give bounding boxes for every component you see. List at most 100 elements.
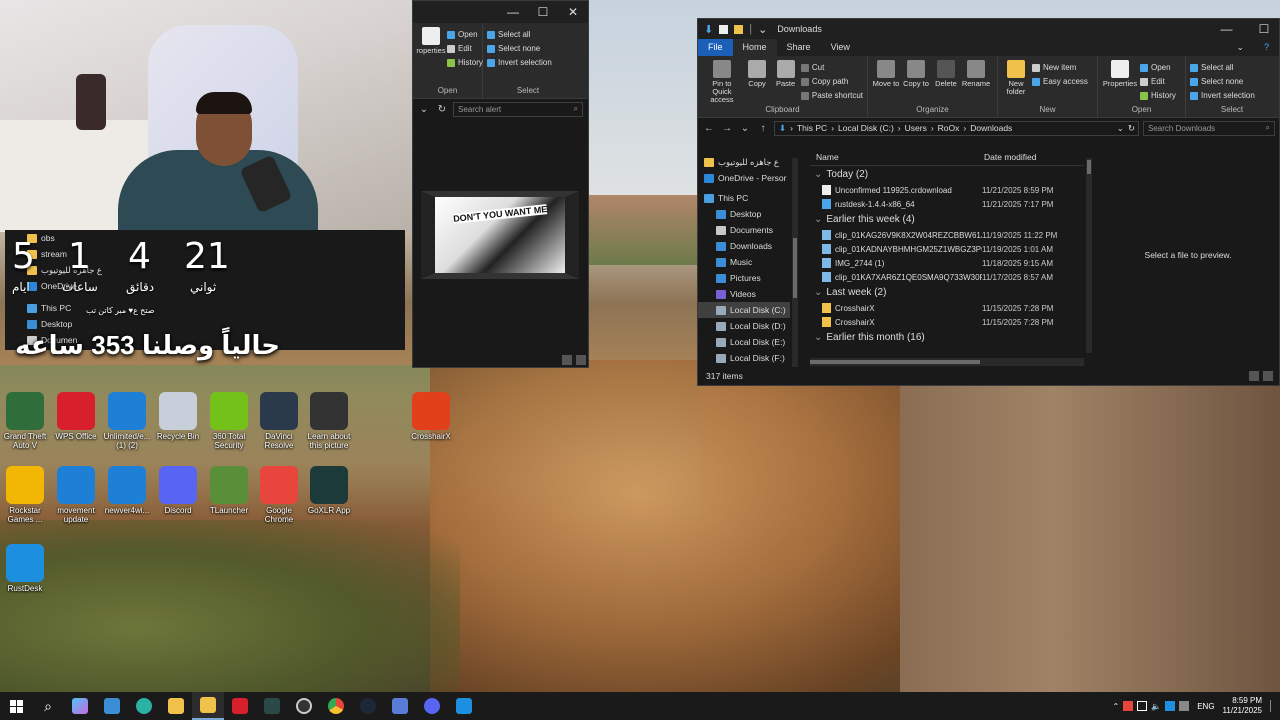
desktop-icon[interactable]: TLauncher bbox=[204, 466, 254, 515]
invert-selection-button[interactable]: Invert selection bbox=[1190, 89, 1255, 102]
nav-item[interactable]: Videos bbox=[698, 286, 790, 302]
edit-button[interactable]: Edit bbox=[1140, 75, 1176, 88]
obs-icon[interactable] bbox=[288, 692, 320, 720]
tray-app-icon[interactable] bbox=[1165, 701, 1176, 711]
desktop-icon[interactable]: GoXLR App bbox=[304, 466, 354, 515]
nav-item[interactable]: Local Disk (E:) bbox=[698, 334, 790, 350]
minimize-button[interactable]: — bbox=[498, 2, 528, 22]
maximize-button[interactable]: ☐ bbox=[1249, 19, 1279, 39]
clock[interactable]: 8:59 PM 11/21/2025 bbox=[1223, 696, 1262, 716]
file-group-header[interactable]: ⌄ Last week (2) bbox=[810, 284, 1084, 301]
small-explorer-window[interactable]: — ☐ ✕ roperties Open Edit History Open S… bbox=[412, 0, 589, 368]
copy-to-button[interactable]: Copy to bbox=[902, 58, 930, 105]
wps-icon[interactable] bbox=[224, 692, 256, 720]
rustdesk-icon[interactable] bbox=[448, 692, 480, 720]
breadcrumb-item[interactable]: Users bbox=[905, 123, 927, 133]
breadcrumb-item[interactable]: Downloads bbox=[970, 123, 1012, 133]
move-to-button[interactable]: Move to bbox=[872, 58, 900, 105]
desktop-icon[interactable]: 360 Total Security bbox=[204, 392, 254, 450]
file-row[interactable]: IMG_2744 (1) 11/18/2025 9:15 AM bbox=[810, 256, 1084, 270]
minimize-button[interactable]: — bbox=[1204, 19, 1249, 39]
file-row[interactable]: clip_01KADNAYBHMHGM25Z1WBGZ3PCH 11/19/202… bbox=[810, 242, 1084, 256]
desktop-icon[interactable]: CrosshairX bbox=[406, 392, 456, 441]
properties-quick-icon[interactable] bbox=[719, 24, 729, 34]
file-explorer-icon[interactable] bbox=[192, 692, 224, 720]
address-bar[interactable]: ⬇ › This PC › Local Disk (C:) › Users › RoO… bbox=[774, 120, 1139, 136]
volume-icon[interactable]: 🔈 bbox=[1151, 702, 1161, 711]
easy-access-button[interactable]: Easy access bbox=[1032, 75, 1088, 88]
nav-item[interactable]: Local Disk (D:) bbox=[698, 318, 790, 334]
edge-icon[interactable] bbox=[128, 692, 160, 720]
nav-item[interactable]: OneDrive - Persor bbox=[698, 170, 790, 186]
file-row[interactable]: clip_01KAG26V9K8X2W04REZCBBW61J 11/19/202… bbox=[810, 228, 1084, 242]
copy-button[interactable]: Copy bbox=[744, 58, 771, 105]
nav-scrollbar[interactable] bbox=[792, 158, 798, 369]
rename-button[interactable]: Rename bbox=[962, 58, 990, 105]
discord-icon[interactable] bbox=[416, 692, 448, 720]
start-button[interactable] bbox=[0, 692, 32, 720]
column-name[interactable]: Name bbox=[810, 152, 984, 162]
desktop-icon[interactable]: WPS Office bbox=[51, 392, 101, 441]
history-button[interactable]: History bbox=[1140, 89, 1176, 102]
search-icon[interactable]: ⌕ bbox=[32, 692, 64, 720]
tab-share[interactable]: Share bbox=[777, 39, 821, 56]
nav-item[interactable]: Music bbox=[698, 254, 790, 270]
horizontal-scrollbar[interactable] bbox=[810, 358, 1084, 366]
desktop-icon[interactable]: RustDesk bbox=[0, 544, 50, 593]
folder-quick-icon[interactable] bbox=[734, 24, 744, 34]
desktop-icon[interactable]: movement update bbox=[51, 466, 101, 524]
file-group-header[interactable]: ⌄ Earlier this week (4) bbox=[810, 211, 1084, 228]
properties-button[interactable]: Properties bbox=[1102, 58, 1138, 105]
nav-item[interactable]: Documents bbox=[698, 222, 790, 238]
nav-item[interactable]: Downloads bbox=[698, 238, 790, 254]
forward-icon[interactable]: → bbox=[720, 123, 734, 134]
file-row[interactable]: Unconfirmed 119925.crdownload 11/21/2025 … bbox=[810, 183, 1084, 197]
shield-icon[interactable] bbox=[384, 692, 416, 720]
refresh-icon[interactable]: ↻ bbox=[1128, 123, 1138, 134]
details-view-icon[interactable] bbox=[1249, 371, 1259, 381]
desktop-icon[interactable]: DaVinci Resolve bbox=[254, 392, 304, 450]
new-folder-button[interactable]: New folder bbox=[1002, 58, 1030, 105]
open-button[interactable]: Open bbox=[1140, 61, 1176, 74]
breadcrumb-item[interactable]: Local Disk (C:) bbox=[838, 123, 894, 133]
tiles-view-icon[interactable] bbox=[576, 355, 586, 365]
language-indicator[interactable]: ENG bbox=[1197, 702, 1214, 711]
goxlr-icon[interactable] bbox=[256, 692, 288, 720]
chrome-icon[interactable] bbox=[320, 692, 352, 720]
steam-icon[interactable] bbox=[352, 692, 384, 720]
file-row[interactable]: rustdesk-1.4.4-x86_64 11/21/2025 7:17 PM bbox=[810, 197, 1084, 211]
downloads-explorer-window[interactable]: ⬇ | ⌄ Downloads — ☐ File Home Share View… bbox=[697, 18, 1280, 386]
delete-button[interactable]: Delete bbox=[932, 58, 960, 105]
ribbon-collapse-icon[interactable]: ⌄ bbox=[1226, 39, 1254, 56]
store-bag-icon[interactable] bbox=[160, 692, 192, 720]
file-row[interactable]: CrosshairX 11/15/2025 7:28 PM bbox=[810, 301, 1084, 315]
nav-item[interactable]: Local Disk (C:) bbox=[698, 302, 790, 318]
details-view-icon[interactable] bbox=[562, 355, 572, 365]
tray-app-icon[interactable] bbox=[1179, 701, 1190, 711]
copy-path-button[interactable]: Copy path bbox=[800, 75, 863, 88]
recent-locations-icon[interactable]: ⌄ bbox=[738, 123, 752, 134]
history-button[interactable]: History bbox=[447, 56, 483, 69]
desktop-icon[interactable]: Learn about this picture bbox=[304, 392, 354, 450]
breadcrumb-item[interactable]: This PC bbox=[797, 123, 827, 133]
file-group-header[interactable]: ⌄ Today (2) bbox=[810, 166, 1084, 183]
select-none-button[interactable]: Select none bbox=[487, 42, 552, 55]
tray-app-icon[interactable] bbox=[1123, 701, 1134, 711]
desktop-icon[interactable]: Grand Theft Auto V bbox=[0, 392, 50, 450]
paste-shortcut-button[interactable]: Paste shortcut bbox=[800, 89, 863, 102]
column-date-modified[interactable]: Date modified bbox=[984, 152, 1036, 162]
tab-file[interactable]: File bbox=[698, 39, 733, 56]
desktop-icon[interactable]: Google Chrome bbox=[254, 466, 304, 524]
nav-item[interactable]: This PC bbox=[698, 190, 790, 206]
paste-button[interactable]: Paste bbox=[772, 58, 799, 105]
address-dropdown-icon[interactable]: ⌄ bbox=[1117, 123, 1124, 134]
help-icon[interactable]: ? bbox=[1254, 39, 1279, 56]
close-button[interactable]: ✕ bbox=[558, 2, 588, 22]
desktop-icon[interactable]: Rockstar Games ... bbox=[0, 466, 50, 524]
search-input[interactable]: Search alert ⌕ bbox=[453, 101, 583, 117]
file-row[interactable]: clip_01KA7XAR6Z1QE0SMA9Q733W30P 11/17/202… bbox=[810, 270, 1084, 284]
properties-button[interactable]: roperties bbox=[416, 25, 446, 86]
tiles-view-icon[interactable] bbox=[1263, 371, 1273, 381]
new-item-button[interactable]: New item bbox=[1032, 61, 1088, 74]
edit-button[interactable]: Edit bbox=[447, 42, 483, 55]
